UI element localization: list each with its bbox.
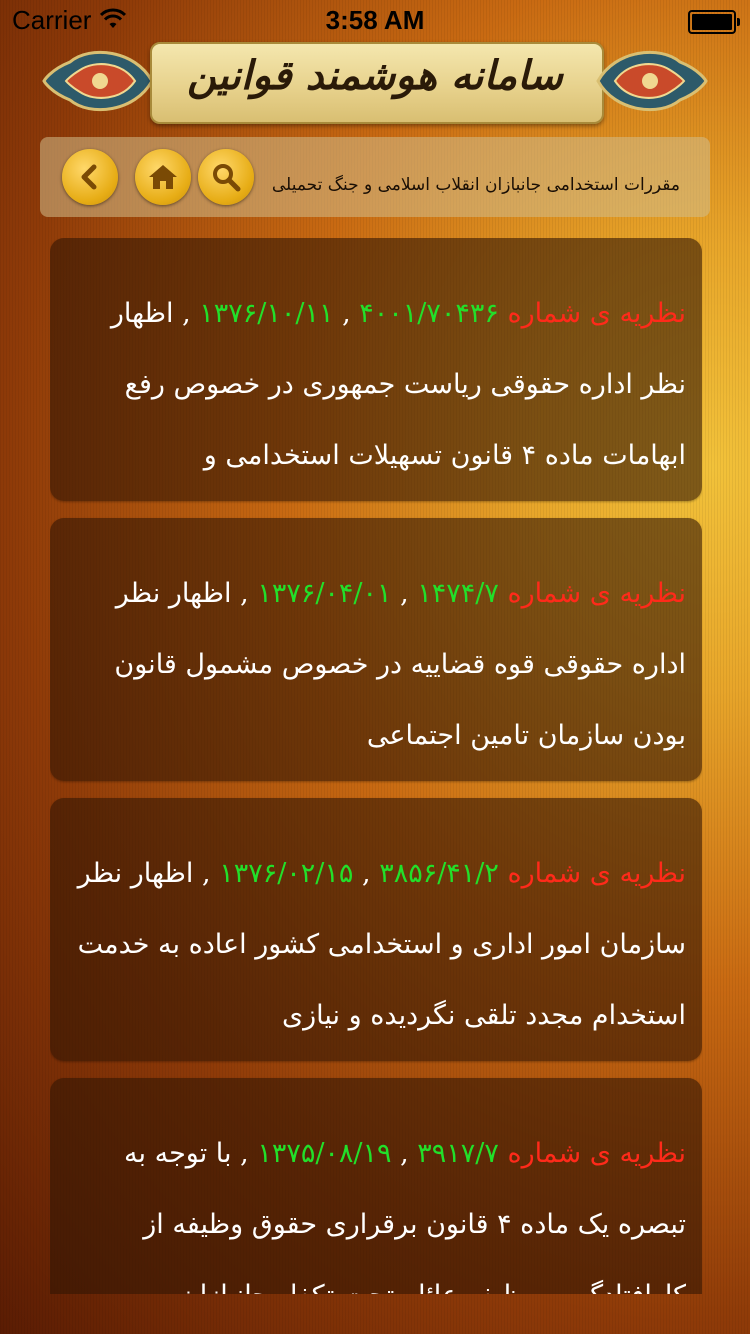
card-date: ۱۳۷۶/۰۲/۱۵ [219,858,354,889]
back-button[interactable] [62,149,118,205]
card-label: نظریه ی شماره [507,298,687,329]
card-date: ۱۳۷۵/۰۸/۱۹ [257,1138,392,1169]
card-date: ۱۳۷۶/۱۰/۱۱ [199,298,334,329]
card-number: ۱۴۷۴/۷ [417,578,499,609]
status-bar: Carrier 3:58 AM [0,0,750,40]
card-date: ۱۳۷۶/۰۴/۰۱ [257,578,392,609]
card-number: ۳۹۱۷/۷ [417,1138,499,1169]
list-item[interactable]: نظریه ی شماره ۱۴۷۴/۷ , ۱۳۷۶/۰۴/۰۱ , اظها… [50,518,702,781]
list-item[interactable]: نظریه ی شماره ۴۰۰۱/۷۰۴۳۶ , ۱۳۷۶/۱۰/۱۱ , … [50,238,702,501]
back-icon [81,164,97,190]
card-text: نظریه ی شماره ۱۴۷۴/۷ , ۱۳۷۶/۰۴/۰۱ , اظها… [114,578,687,751]
app-banner: سامانه هوشمند قوانین [40,38,710,124]
card-number: ۳۸۵۶/۴۱/۲ [379,858,499,889]
card-number: ۴۰۰۱/۷۰۴۳۶ [359,298,499,329]
clock: 3:58 AM [325,5,425,35]
list-item[interactable]: نظریه ی شماره ۳۹۱۷/۷ , ۱۳۷۵/۰۸/۱۹ , با ت… [50,1078,702,1294]
search-icon [213,164,241,192]
home-icon [149,165,177,189]
ornament-left-icon [40,40,160,122]
card-text: نظریه ی شماره ۴۰۰۱/۷۰۴۳۶ , ۱۳۷۶/۱۰/۱۱ , … [110,298,687,471]
card-text: نظریه ی شماره ۳۹۱۷/۷ , ۱۳۷۵/۰۸/۱۹ , با ت… [74,1118,686,1294]
card-text: نظریه ی شماره ۳۸۵۶/۴۱/۲ , ۱۳۷۶/۰۲/۱۵ , ا… [77,858,687,1031]
card-label: نظریه ی شماره [507,578,687,609]
home-button[interactable] [135,149,191,205]
section-title: مقررات استخدامی جانبازان انقلاب اسلامی و… [271,175,680,195]
list-item[interactable]: نظریه ی شماره ۳۸۵۶/۴۱/۲ , ۱۳۷۶/۰۲/۱۵ , ا… [50,798,702,1061]
toolbar: مقررات استخدامی جانبازان انقلاب اسلامی و… [40,137,710,217]
ornament-right-icon [590,40,710,122]
opinion-list[interactable]: نظریه ی شماره ۴۰۰۱/۷۰۴۳۶ , ۱۳۷۶/۱۰/۱۱ , … [50,238,702,1294]
card-label: نظریه ی شماره [507,1138,687,1169]
app-title: سامانه هوشمند قوانین [187,52,563,99]
battery-icon [688,10,740,34]
card-label: نظریه ی شماره [507,858,687,889]
search-button[interactable] [198,149,254,205]
